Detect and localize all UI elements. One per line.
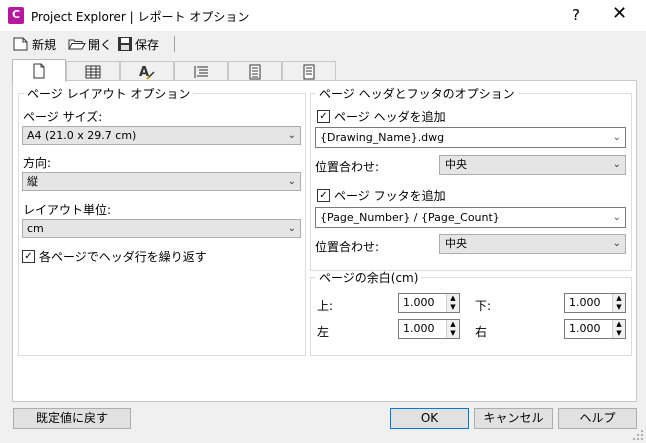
footer-align-label: 位置合わせ: [315, 240, 380, 254]
margin-bottom-label: 下: [475, 299, 492, 313]
margin-top-value: 1.000 [403, 296, 435, 309]
margin-top-label: 上: [317, 299, 334, 313]
spinner-arrows[interactable]: ▲ ▼ [446, 294, 459, 312]
arrow-down-icon[interactable]: ▼ [613, 303, 625, 312]
text-style-icon: A [139, 65, 155, 80]
chevron-down-icon: ⌄ [287, 130, 296, 141]
page-layout-group-title: ページ レイアウト オプション [27, 87, 191, 101]
cancel-button[interactable]: キャンセル [474, 408, 553, 429]
repeat-header-checkbox[interactable]: ✓ 各ページでヘッダ行を繰り返す [22, 248, 207, 265]
document-alt-icon [303, 64, 315, 79]
ok-button[interactable]: OK [390, 408, 469, 429]
help-button[interactable]: ヘルプ [558, 408, 637, 429]
new-file-icon [13, 37, 28, 51]
layout-units-label: レイアウト単位: [23, 203, 112, 217]
arrow-down-icon[interactable]: ▼ [447, 303, 459, 312]
new-label: 新規 [32, 37, 57, 52]
save-button[interactable]: 保存 [117, 35, 159, 53]
list-icon [194, 65, 208, 78]
document-icon [249, 64, 261, 79]
header-align-select[interactable]: 中央 ⌄ [439, 155, 626, 175]
tab-document[interactable] [228, 61, 282, 81]
spinner-arrows[interactable]: ▲ ▼ [612, 320, 625, 338]
header-align-label: 位置合わせ: [315, 160, 380, 174]
tab-text-style[interactable]: A [120, 61, 174, 81]
header-footer-group-title: ページ ヘッダとフッタのオプション [319, 87, 515, 101]
arrow-up-icon[interactable]: ▲ [447, 320, 459, 329]
arrow-up-icon[interactable]: ▲ [447, 294, 459, 303]
add-header-label: ページ ヘッダを追加 [334, 110, 446, 124]
tab-document-alt[interactable] [282, 61, 336, 81]
footer-align-select[interactable]: 中央 ⌄ [439, 234, 626, 254]
orientation-label: 方向: [23, 156, 52, 170]
orientation-value: 縦 [27, 175, 38, 188]
add-footer-checkbox[interactable]: ✓ ページ フッタを追加 [317, 187, 446, 204]
chevron-down-icon: ⌄ [612, 212, 621, 223]
open-folder-icon [68, 39, 86, 50]
page-icon [33, 63, 45, 79]
reset-defaults-button[interactable]: 既定値に戻す [13, 408, 131, 429]
add-footer-label: ページ フッタを追加 [334, 189, 446, 203]
tab-page[interactable] [12, 59, 66, 82]
margin-bottom-spinner[interactable]: 1.000 ▲ ▼ [564, 293, 626, 313]
toolbar: 新規 開く 保存 [0, 31, 646, 57]
checkbox-checked-icon: ✓ [317, 189, 330, 202]
add-header-checkbox[interactable]: ✓ ページ ヘッダを追加 [317, 108, 446, 125]
margin-right-value: 1.000 [569, 322, 601, 335]
title-bar: C Project Explorer | レポート オプション ? ✕ [0, 0, 646, 31]
resize-grip-icon[interactable] [632, 429, 644, 441]
footer-text-value: {Page_Number} / {Page_Count} [320, 211, 500, 224]
arrow-up-icon[interactable]: ▲ [613, 294, 625, 303]
table-icon [85, 65, 101, 78]
tab-panel: ページ レイアウト オプション ページ サイズ: A4 (21.0 x 29.7… [12, 80, 637, 402]
footer-text-combo[interactable]: {Page_Number} / {Page_Count} ⌄ [315, 207, 626, 228]
save-disk-icon [118, 37, 132, 51]
spinner-arrows[interactable]: ▲ ▼ [612, 294, 625, 312]
checkbox-checked-icon: ✓ [22, 250, 35, 263]
close-icon[interactable]: ✕ [612, 3, 627, 24]
checkbox-checked-icon: ✓ [317, 110, 330, 123]
chevron-down-icon: ⌄ [287, 176, 296, 187]
app-logo-icon: C [8, 7, 24, 24]
header-text-value: {Drawing_Name}.dwg [320, 131, 445, 144]
chevron-down-icon: ⌄ [612, 159, 621, 170]
toolbar-separator [174, 36, 175, 52]
header-text-combo[interactable]: {Drawing_Name}.dwg ⌄ [315, 127, 626, 148]
window-title: Project Explorer | レポート オプション [31, 10, 250, 24]
page-size-select[interactable]: A4 (21.0 x 29.7 cm) ⌄ [22, 126, 301, 145]
margin-bottom-value: 1.000 [569, 296, 601, 309]
layout-units-value: cm [27, 222, 44, 235]
margin-right-spinner[interactable]: 1.000 ▲ ▼ [564, 319, 626, 339]
new-button[interactable]: 新規 [12, 35, 56, 53]
page-margins-group-title: ページの余白(cm) [319, 271, 419, 285]
repeat-header-label: 各ページでヘッダ行を繰り返す [39, 250, 207, 264]
margin-right-label: 右 [475, 325, 488, 339]
footer-align-value: 中央 [445, 237, 467, 250]
margin-left-value: 1.000 [403, 322, 435, 335]
chevron-down-icon: ⌄ [287, 223, 296, 234]
chevron-down-icon: ⌄ [612, 238, 621, 249]
arrow-down-icon[interactable]: ▼ [613, 329, 625, 338]
margin-left-spinner[interactable]: 1.000 ▲ ▼ [398, 319, 460, 339]
chevron-down-icon: ⌄ [612, 132, 621, 143]
page-size-value: A4 (21.0 x 29.7 cm) [27, 129, 137, 142]
header-align-value: 中央 [445, 158, 467, 171]
tab-list[interactable] [174, 61, 228, 81]
page-size-label: ページ サイズ: [23, 110, 103, 124]
arrow-down-icon[interactable]: ▼ [447, 329, 459, 338]
arrow-up-icon[interactable]: ▲ [613, 320, 625, 329]
layout-units-select[interactable]: cm ⌄ [22, 219, 301, 238]
spinner-arrows[interactable]: ▲ ▼ [446, 320, 459, 338]
margin-top-spinner[interactable]: 1.000 ▲ ▼ [398, 293, 460, 313]
help-icon[interactable]: ? [572, 6, 580, 24]
save-label: 保存 [135, 37, 160, 52]
tab-table[interactable] [66, 61, 120, 81]
open-button[interactable]: 開く [68, 35, 112, 53]
orientation-select[interactable]: 縦 ⌄ [22, 172, 301, 191]
open-label: 開く [88, 37, 113, 52]
margin-left-label: 左 [317, 325, 330, 339]
